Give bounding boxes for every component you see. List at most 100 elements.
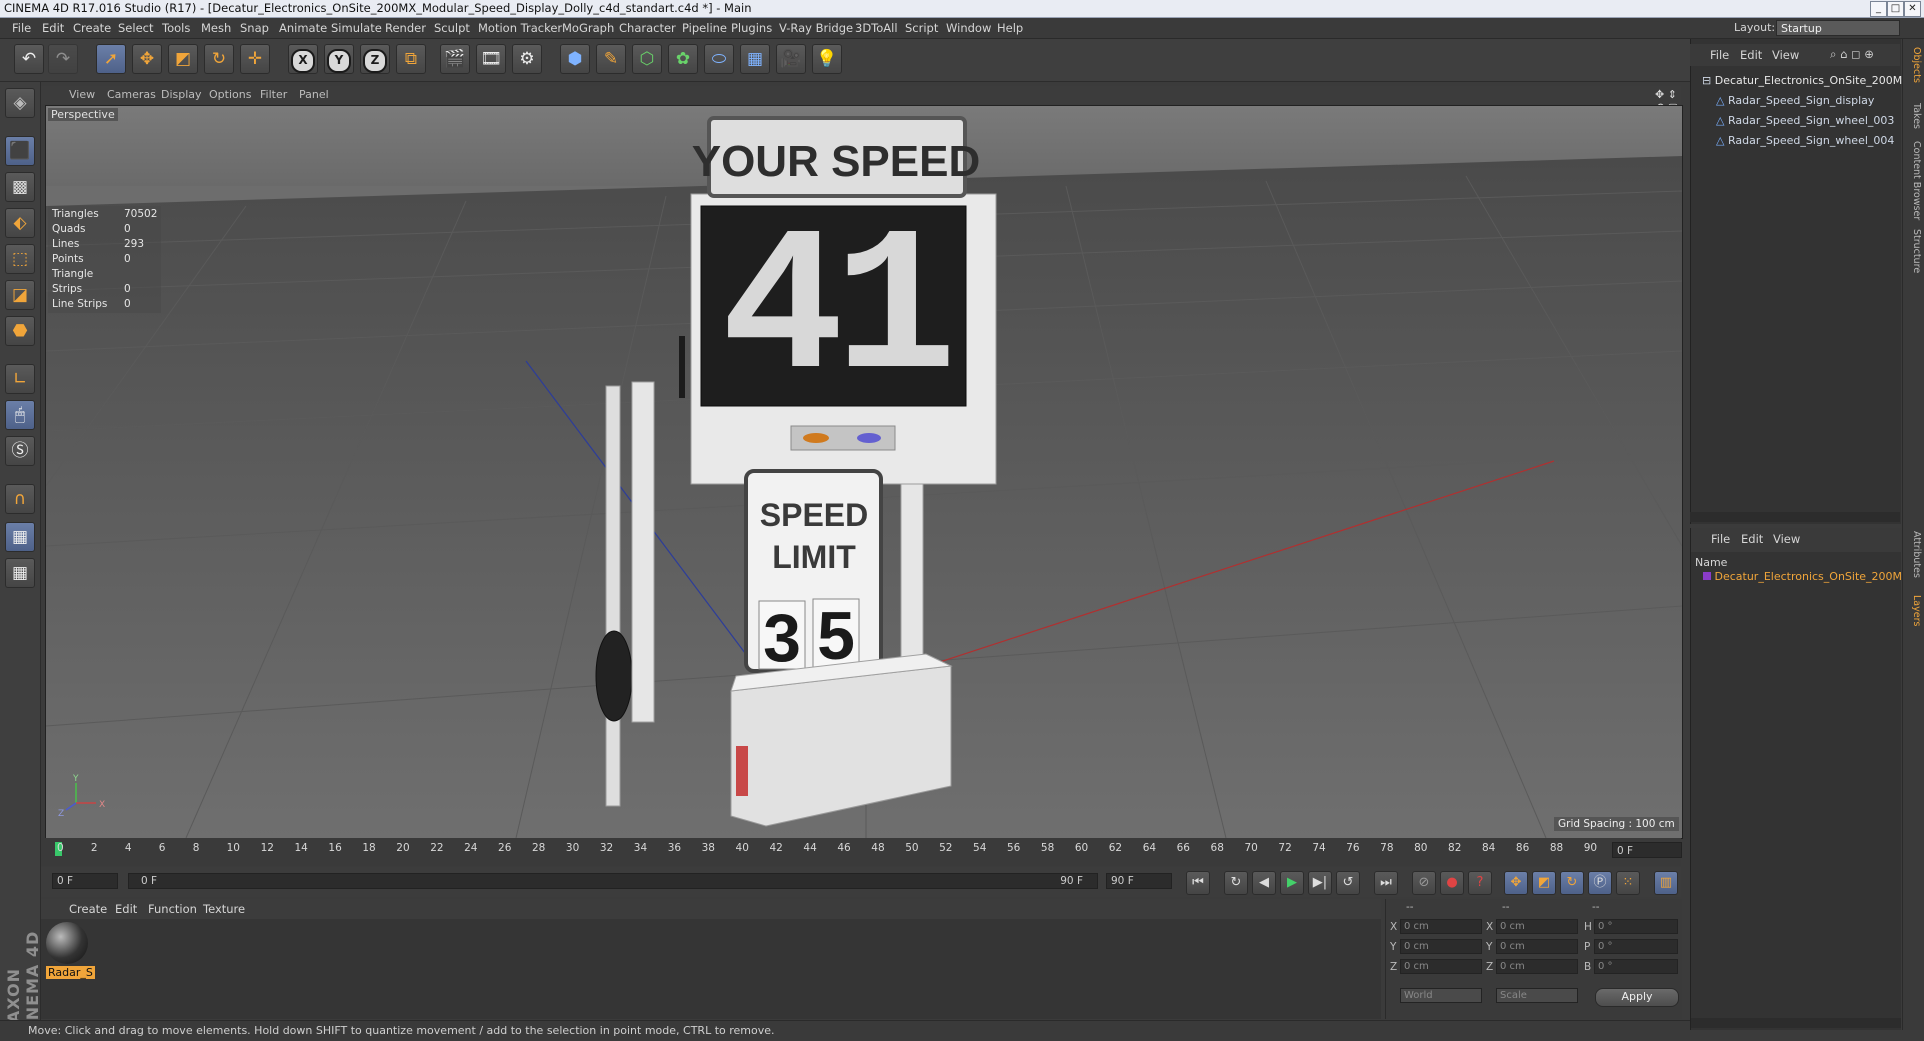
menu-render[interactable]: Render: [385, 21, 426, 35]
menu-select[interactable]: Select: [118, 21, 153, 35]
solo-mode-icon[interactable]: Ⓢ: [5, 436, 35, 466]
viewport-menu-view[interactable]: View: [69, 88, 95, 101]
menu-edit[interactable]: Edit: [42, 21, 64, 35]
workplane-icon[interactable]: ⬖: [5, 208, 35, 238]
object-row-root[interactable]: ⊟ Decatur_Electronics_OnSite_200MX_I: [1702, 74, 1919, 87]
layers-menu-edit[interactable]: Edit: [1741, 532, 1763, 546]
play-icon[interactable]: ▶: [1280, 871, 1304, 895]
tab-attributes[interactable]: Attributes: [1906, 531, 1922, 578]
points-mode-icon[interactable]: ⬚: [5, 244, 35, 274]
render-settings-icon[interactable]: ⚙: [512, 44, 542, 74]
objects-menu-file[interactable]: File: [1710, 48, 1729, 62]
viewport-menu-cameras[interactable]: Cameras: [107, 88, 156, 101]
material-name[interactable]: Radar_S: [46, 966, 95, 979]
apply-button[interactable]: Apply: [1595, 988, 1679, 1007]
menu-animate[interactable]: Animate: [279, 21, 327, 35]
tab-layers[interactable]: Layers: [1906, 595, 1922, 626]
texture-mode-icon[interactable]: ▩: [5, 172, 35, 202]
move-icon[interactable]: ✥: [132, 44, 162, 74]
transform-icon[interactable]: ✛: [240, 44, 270, 74]
coordinate-system-icon[interactable]: ⧉: [396, 44, 426, 74]
key-scale-icon[interactable]: ◩: [1532, 871, 1556, 895]
tab-takes[interactable]: Takes: [1906, 103, 1922, 129]
menu-sculpt[interactable]: Sculpt: [434, 21, 470, 35]
tab-objects[interactable]: Objects: [1906, 47, 1922, 83]
menu-3dtoall[interactable]: 3DToAll: [855, 21, 898, 35]
x-axis-icon[interactable]: X: [288, 44, 318, 74]
rotation-p-field[interactable]: 0 °: [1594, 939, 1678, 954]
autokey-icon[interactable]: ●: [1440, 871, 1464, 895]
menu-file[interactable]: File: [12, 21, 31, 35]
menu-script[interactable]: Script: [905, 21, 938, 35]
minimize-button[interactable]: _: [1870, 1, 1887, 17]
goto-start-icon[interactable]: ⏮: [1186, 871, 1210, 895]
layer-manager-scrollbar[interactable]: [1691, 1018, 1901, 1028]
object-manager-scrollbar[interactable]: [1690, 512, 1900, 522]
menu-simulate[interactable]: Simulate: [331, 21, 382, 35]
position-x-field[interactable]: 0 cm: [1400, 919, 1482, 934]
objects-menu-edit[interactable]: Edit: [1740, 48, 1762, 62]
coord-mode-scale-select[interactable]: Scale: [1496, 988, 1578, 1003]
loop-back-icon[interactable]: ↻: [1224, 871, 1248, 895]
maximize-button[interactable]: □: [1887, 1, 1904, 17]
key-parameter-icon[interactable]: Ⓟ: [1588, 871, 1612, 895]
step-back-icon[interactable]: ◀: [1252, 871, 1276, 895]
menu-motion-tracker[interactable]: Motion Tracker: [478, 21, 562, 35]
tweak-mode-icon[interactable]: 🖱: [5, 400, 35, 430]
objects-menu-view[interactable]: View: [1772, 48, 1799, 62]
menu-plugins[interactable]: Plugins: [731, 21, 772, 35]
deformer-icon[interactable]: ⬭: [704, 44, 734, 74]
goto-end-icon[interactable]: ⏭: [1374, 871, 1398, 895]
render-view-icon[interactable]: 🎬: [440, 44, 470, 74]
viewport-menu-display[interactable]: Display: [161, 88, 202, 101]
cloner-icon[interactable]: ✿: [668, 44, 698, 74]
camera-icon[interactable]: 🎥: [776, 44, 806, 74]
layer-row[interactable]: Decatur_Electronics_OnSite_200MX: [1703, 570, 1910, 583]
make-editable-icon[interactable]: ◈: [5, 88, 35, 118]
objects-search-icon[interactable]: ⌕ ⌂ ◻ ⊕: [1830, 47, 1874, 62]
menu-pipeline[interactable]: Pipeline: [682, 21, 727, 35]
z-axis-icon[interactable]: Z: [360, 44, 390, 74]
render-picture-viewer-icon[interactable]: 🎞: [476, 44, 506, 74]
floor-icon[interactable]: ▦: [740, 44, 770, 74]
close-button[interactable]: ✕: [1904, 1, 1921, 17]
menu-mesh[interactable]: Mesh: [201, 21, 231, 35]
key-position-icon[interactable]: ✥: [1504, 871, 1528, 895]
coord-mode-world-select[interactable]: World: [1400, 988, 1482, 1003]
key-rotation-icon[interactable]: ↻: [1560, 871, 1584, 895]
perspective-viewport[interactable]: YOUR SPEED 41 SPEED LIMIT 3 5 Y X Z: [45, 105, 1683, 839]
timeline-window-icon[interactable]: ▥: [1654, 871, 1678, 895]
menu-help[interactable]: Help: [997, 21, 1023, 35]
keyframe-selection-icon[interactable]: ?: [1468, 871, 1492, 895]
object-row-wheel-003[interactable]: △ Radar_Speed_Sign_wheel_003: [1716, 114, 1894, 127]
end-frame-field[interactable]: 90 F: [1106, 873, 1172, 889]
light-icon[interactable]: 💡: [812, 44, 842, 74]
y-axis-icon[interactable]: Y: [324, 44, 354, 74]
timeline-ruler[interactable]: 0 2 4 6 8 10 12 14 16 18 20 22 24 26 28 30 32 34 36 38 40 42 4…: [55, 842, 1605, 864]
frame-range-slider[interactable]: 0 F 90 F: [128, 873, 1098, 889]
record-keys-icon[interactable]: ⊘: [1412, 871, 1436, 895]
axis-mode-icon[interactable]: ∟: [5, 364, 35, 394]
locked-workplane-icon[interactable]: ▦: [5, 522, 35, 552]
cube-icon[interactable]: ⬢: [560, 44, 590, 74]
size-y-field[interactable]: 0 cm: [1496, 939, 1578, 954]
undo-icon[interactable]: ↶: [14, 44, 44, 74]
scale-icon[interactable]: ◩: [168, 44, 198, 74]
polygons-mode-icon[interactable]: ⬣: [5, 316, 35, 346]
object-row-display[interactable]: △ Radar_Speed_Sign_display: [1716, 94, 1874, 107]
rotation-h-field[interactable]: 0 °: [1594, 919, 1678, 934]
menu-character[interactable]: Character: [619, 21, 676, 35]
menu-mograph[interactable]: MoGraph: [562, 21, 614, 35]
planar-workplane-icon[interactable]: ▦: [5, 558, 35, 588]
start-frame-field[interactable]: 0 F: [52, 873, 118, 889]
tab-content-browser[interactable]: Content Browser: [1906, 141, 1922, 220]
rotate-icon[interactable]: ↻: [204, 44, 234, 74]
snap-icon[interactable]: ∩: [5, 484, 35, 514]
step-forward-icon[interactable]: ▶|: [1308, 871, 1332, 895]
current-frame-field[interactable]: 0 F: [1612, 842, 1682, 858]
material-menu-texture[interactable]: Texture: [203, 902, 245, 916]
menu-tools[interactable]: Tools: [162, 21, 190, 35]
layers-menu-view[interactable]: View: [1773, 532, 1800, 546]
pen-icon[interactable]: ✎: [596, 44, 626, 74]
position-z-field[interactable]: 0 cm: [1400, 959, 1482, 974]
